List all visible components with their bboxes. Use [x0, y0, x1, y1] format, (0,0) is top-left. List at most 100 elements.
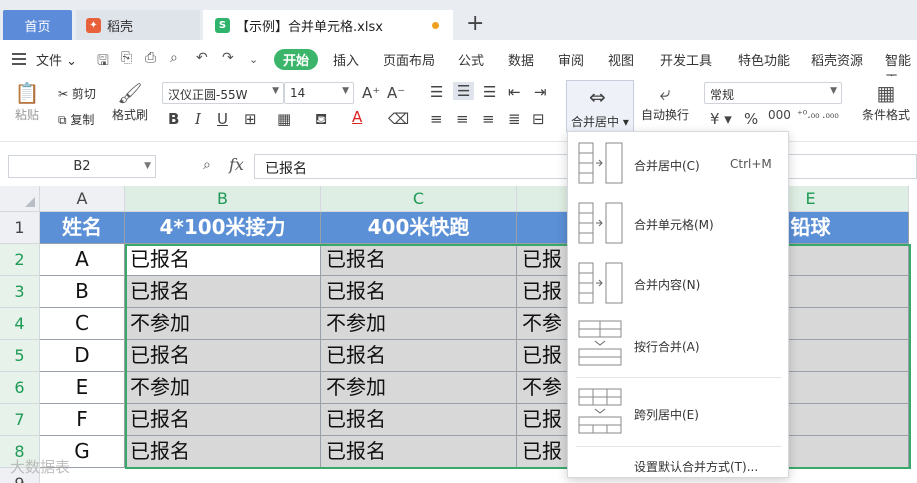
- table-cell[interactable]: E: [40, 372, 125, 404]
- table-cell[interactable]: 已报名: [321, 276, 517, 308]
- menu-file[interactable]: 文件 ⌄: [36, 50, 77, 69]
- table-cell[interactable]: 已报名: [125, 340, 321, 372]
- align-right-icon[interactable]: ≡: [482, 110, 495, 128]
- tab-document[interactable]: S 【示例】合并单元格.xlsx: [203, 10, 453, 40]
- menu-start[interactable]: 开始: [274, 49, 318, 70]
- redo-icon[interactable]: ↷: [222, 50, 234, 66]
- table-cell[interactable]: 已报名: [321, 404, 517, 436]
- merge-center-button[interactable]: ⇔ 合并居中 ▾: [566, 80, 634, 132]
- tab-docer[interactable]: ✦ 稻壳: [76, 10, 200, 40]
- cut-button[interactable]: ✂ 剪切: [58, 85, 96, 102]
- indent-decrease-icon[interactable]: ⇤: [508, 83, 521, 101]
- number-format-select[interactable]: 常规 ▼: [704, 82, 842, 104]
- percent-icon[interactable]: %: [744, 110, 758, 128]
- decrease-decimal-icon[interactable]: .₀₀₀: [822, 108, 839, 121]
- align-middle-icon[interactable]: ☰: [453, 82, 475, 100]
- justify-icon[interactable]: ≣: [508, 110, 521, 128]
- header-cell[interactable]: 4*100米接力: [125, 212, 321, 244]
- menu-features[interactable]: 特色功能: [738, 50, 790, 69]
- table-cell[interactable]: 已报名: [321, 436, 517, 468]
- menu-developer[interactable]: 开发工具: [660, 50, 712, 69]
- table-cell[interactable]: 不参加: [125, 372, 321, 404]
- menu-view[interactable]: 视图: [608, 50, 634, 69]
- table-cell[interactable]: 不参加: [125, 308, 321, 340]
- row-header-3[interactable]: 3: [0, 276, 40, 308]
- currency-icon[interactable]: ¥ ▾: [710, 110, 732, 128]
- format-painter-button[interactable]: 🖌 格式刷: [110, 80, 150, 123]
- zoom-search-icon[interactable]: ⌕: [203, 157, 211, 173]
- paste-button[interactable]: 📋 粘贴: [10, 80, 44, 123]
- italic-icon[interactable]: I: [195, 110, 201, 128]
- active-cell[interactable]: 已报名: [125, 244, 321, 276]
- header-cell[interactable]: 400米快跑: [321, 212, 517, 244]
- tab-home[interactable]: 首页: [3, 10, 72, 40]
- table-cell[interactable]: 已报名: [125, 436, 321, 468]
- select-all-corner[interactable]: [0, 186, 40, 212]
- undo-icon[interactable]: ↶: [196, 50, 208, 66]
- table-cell[interactable]: 已报名: [125, 404, 321, 436]
- row-header-7[interactable]: 7: [0, 404, 40, 436]
- align-top-icon[interactable]: ☰: [430, 83, 443, 101]
- conditional-format-button[interactable]: ▦ 条件格式: [858, 80, 914, 123]
- align-center-icon[interactable]: ≡: [456, 110, 469, 128]
- hamburger-icon[interactable]: [12, 53, 28, 65]
- decrease-font-icon[interactable]: A⁻: [387, 84, 405, 102]
- row-header-5[interactable]: 5: [0, 340, 40, 372]
- menu-page-layout[interactable]: 页面布局: [383, 50, 435, 69]
- table-cell[interactable]: A: [40, 244, 125, 276]
- new-tab-plus-icon[interactable]: +: [466, 12, 484, 36]
- menu-docer-resources[interactable]: 稻壳资源: [811, 50, 863, 69]
- align-bottom-icon[interactable]: ☰: [483, 83, 496, 101]
- table-cell[interactable]: D: [40, 340, 125, 372]
- thousands-separator-icon[interactable]: 000: [768, 108, 791, 122]
- font-name-select[interactable]: 汉仪正圆-55W ▼: [162, 82, 284, 104]
- indent-increase-icon[interactable]: ⇥: [534, 83, 547, 101]
- menu-item-merge-cells[interactable]: 合并单元格(M): [568, 194, 788, 254]
- table-cell[interactable]: 已报名: [125, 276, 321, 308]
- table-cell[interactable]: 不参加: [321, 372, 517, 404]
- menu-item-merge-center[interactable]: 合并居中(C) Ctrl+M: [568, 134, 788, 194]
- menu-review[interactable]: 审阅: [558, 50, 584, 69]
- column-header-b[interactable]: B: [125, 186, 321, 212]
- fill-pattern-icon[interactable]: ▦: [277, 110, 291, 128]
- fx-icon[interactable]: fx: [229, 155, 244, 174]
- table-cell[interactable]: 已报名: [321, 244, 517, 276]
- align-left-icon[interactable]: ≡: [430, 110, 443, 128]
- column-header-a[interactable]: A: [40, 186, 125, 212]
- row-header-1[interactable]: 1: [0, 212, 40, 244]
- increase-font-icon[interactable]: A⁺: [362, 84, 380, 102]
- cell-name-box[interactable]: B2 ▼: [8, 155, 156, 178]
- increase-decimal-icon[interactable]: ⁺⁰.₀₀: [797, 108, 820, 121]
- menu-item-merge-content[interactable]: 合并内容(N): [568, 254, 788, 314]
- header-cell[interactable]: 姓名: [40, 212, 125, 244]
- table-cell[interactable]: F: [40, 404, 125, 436]
- distributed-align-icon[interactable]: ⊟: [532, 110, 545, 128]
- table-cell[interactable]: B: [40, 276, 125, 308]
- row-header-2[interactable]: 2: [0, 244, 40, 276]
- fill-color-icon[interactable]: ⛾: [315, 110, 327, 130]
- clear-format-icon[interactable]: ⌫: [388, 110, 409, 128]
- menu-formula[interactable]: 公式: [458, 50, 484, 69]
- auto-wrap-button[interactable]: ⤶ 自动换行: [640, 80, 690, 123]
- menu-item-merge-by-row[interactable]: 按行合并(A): [568, 316, 788, 376]
- menu-item-center-across[interactable]: 跨列居中(E): [568, 384, 788, 444]
- border-icon[interactable]: ⊞: [244, 110, 257, 128]
- copy-button[interactable]: ⧉ 复制: [58, 111, 94, 128]
- row-header-6[interactable]: 6: [0, 372, 40, 404]
- font-size-select[interactable]: 14 ▼: [284, 82, 354, 104]
- font-color-icon[interactable]: A: [352, 108, 362, 126]
- underline-icon[interactable]: U: [217, 110, 228, 128]
- bold-icon[interactable]: B: [168, 110, 179, 128]
- menu-insert[interactable]: 插入: [333, 50, 359, 69]
- print-preview-icon[interactable]: ⌕: [170, 50, 178, 66]
- table-cell[interactable]: 不参加: [321, 308, 517, 340]
- menu-data[interactable]: 数据: [508, 50, 534, 69]
- table-cell[interactable]: 已报名: [321, 340, 517, 372]
- save-icon[interactable]: 🖫: [97, 50, 109, 74]
- print-icon[interactable]: ⎙: [145, 50, 156, 66]
- row-header-4[interactable]: 4: [0, 308, 40, 340]
- menu-item-default-merge[interactable]: 设置默认合并方式(T)...: [634, 458, 758, 475]
- export-icon[interactable]: ⎘: [121, 50, 132, 66]
- column-header-c[interactable]: C: [321, 186, 517, 212]
- table-cell[interactable]: C: [40, 308, 125, 340]
